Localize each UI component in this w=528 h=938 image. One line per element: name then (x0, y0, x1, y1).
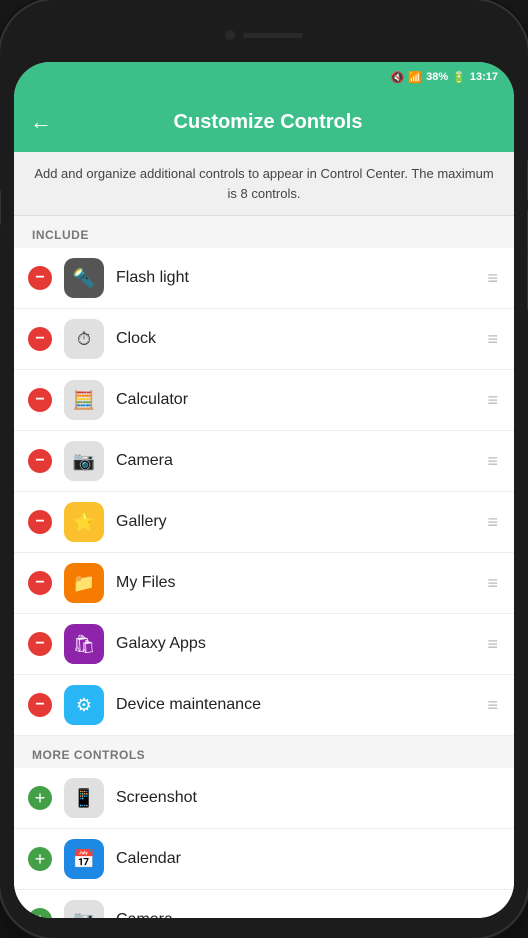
remove-maintenance-button[interactable]: − (28, 693, 52, 717)
top-bar: ← Customize Controls (14, 92, 514, 152)
notch-area (225, 30, 303, 40)
drag-handle-maintenance[interactable]: ≡ (485, 695, 500, 716)
list-item: − 📷 Camera ≡ (14, 431, 514, 492)
calendar-icon: 📅 (64, 839, 104, 879)
include-section-header: INCLUDE (14, 216, 514, 248)
drag-handle-camera[interactable]: ≡ (485, 451, 500, 472)
screenshot-icon: 📱 (64, 778, 104, 818)
galaxyapps-icon: 🛍 (64, 624, 104, 664)
calculator-label: Calculator (116, 391, 473, 409)
list-item: − 🔦 Flash light ≡ (14, 248, 514, 309)
drag-handle-galaxyapps[interactable]: ≡ (485, 634, 500, 655)
maintenance-icon: ⚙ (64, 685, 104, 725)
drag-handle-clock[interactable]: ≡ (485, 329, 500, 350)
list-item: − ⏱ Clock ≡ (14, 309, 514, 370)
remove-clock-button[interactable]: − (28, 327, 52, 351)
list-item: − 🧮 Calculator ≡ (14, 370, 514, 431)
add-camera2-button[interactable]: + (28, 908, 52, 918)
drag-handle-flashlight[interactable]: ≡ (485, 268, 500, 289)
time-display: 13:17 (470, 71, 498, 83)
list-item: + 📅 Calendar (14, 829, 514, 890)
screenshot-label: Screenshot (116, 789, 500, 807)
description-text: Add and organize additional controls to … (14, 152, 514, 216)
battery-icon: 🔋 (452, 71, 466, 84)
calendar-label: Calendar (116, 850, 500, 868)
remove-myfiles-button[interactable]: − (28, 571, 52, 595)
scroll-area[interactable]: INCLUDE − 🔦 Flash light ≡ − ⏱ Clock ≡ − … (14, 216, 514, 918)
back-button[interactable]: ← (30, 109, 52, 135)
camera-icon: 📷 (64, 441, 104, 481)
drag-handle-calculator[interactable]: ≡ (485, 390, 500, 411)
list-item: − 📁 My Files ≡ (14, 553, 514, 614)
myfiles-label: My Files (116, 574, 473, 592)
camera-label: Camera (116, 452, 473, 470)
remove-gallery-button[interactable]: − (28, 510, 52, 534)
camera2-icon: 📷 (64, 900, 104, 918)
maintenance-label: Device maintenance (116, 696, 473, 714)
remove-galaxyapps-button[interactable]: − (28, 632, 52, 656)
battery-level: 38% (426, 71, 448, 83)
flashlight-icon: 🔦 (64, 258, 104, 298)
add-calendar-button[interactable]: + (28, 847, 52, 871)
list-item: − 🛍 Galaxy Apps ≡ (14, 614, 514, 675)
flashlight-label: Flash light (116, 269, 473, 287)
mute-icon: 🔇 (391, 71, 405, 84)
phone-frame: 🔇 📶 38% 🔋 13:17 ← Customize Controls Add… (0, 0, 528, 938)
gallery-icon: ⭐ (64, 502, 104, 542)
signal-icon: 📶 (408, 71, 422, 84)
front-camera (225, 30, 235, 40)
more-controls-section-header: MORE CONTROLS (14, 736, 514, 768)
status-bar: 🔇 📶 38% 🔋 13:17 (14, 62, 514, 92)
list-item: − ⚙ Device maintenance ≡ (14, 675, 514, 736)
phone-screen: 🔇 📶 38% 🔋 13:17 ← Customize Controls Add… (14, 62, 514, 918)
speaker (243, 33, 303, 38)
list-item: − ⭐ Gallery ≡ (14, 492, 514, 553)
clock-icon: ⏱ (64, 319, 104, 359)
add-screenshot-button[interactable]: + (28, 786, 52, 810)
gallery-label: Gallery (116, 513, 473, 531)
remove-calculator-button[interactable]: − (28, 388, 52, 412)
camera2-label: Camera (116, 911, 500, 918)
bixby-button[interactable] (0, 190, 1, 225)
myfiles-icon: 📁 (64, 563, 104, 603)
drag-handle-gallery[interactable]: ≡ (485, 512, 500, 533)
drag-handle-myfiles[interactable]: ≡ (485, 573, 500, 594)
remove-camera-button[interactable]: − (28, 449, 52, 473)
page-title: Customize Controls (66, 111, 470, 134)
list-item: + 📷 Camera (14, 890, 514, 918)
galaxyapps-label: Galaxy Apps (116, 635, 473, 653)
remove-flashlight-button[interactable]: − (28, 266, 52, 290)
status-icons: 🔇 📶 38% 🔋 13:17 (391, 71, 498, 84)
clock-label: Clock (116, 330, 473, 348)
list-item: + 📱 Screenshot (14, 768, 514, 829)
calculator-icon: 🧮 (64, 380, 104, 420)
